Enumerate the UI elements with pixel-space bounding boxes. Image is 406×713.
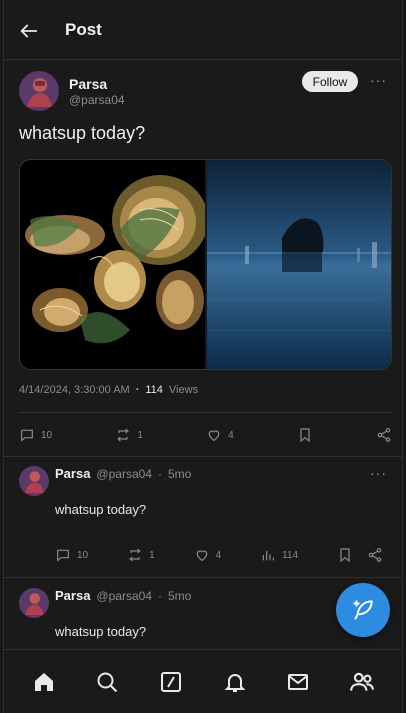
more-options-icon[interactable]: ···	[370, 466, 387, 480]
reply-author-handle[interactable]: @parsa04	[96, 589, 152, 603]
reply-age: 5mo	[167, 588, 192, 603]
post-timestamp: 4/14/2024, 3:30:00 AM	[19, 384, 130, 396]
views-count: 114	[282, 549, 299, 561]
bookmark-button[interactable]	[337, 547, 353, 563]
like-button[interactable]: 4	[194, 547, 222, 563]
reply-author-name[interactable]: Parsa	[55, 466, 90, 481]
repost-count: 1	[137, 429, 143, 441]
people-icon	[350, 672, 375, 691]
reply-text: whatsup today?	[55, 624, 147, 639]
heart-icon	[208, 430, 220, 442]
repost-icon	[117, 428, 130, 442]
reply-separator: ·	[157, 466, 162, 481]
reply-age: 5mo	[167, 466, 192, 481]
repost-button[interactable]: 1	[127, 547, 155, 563]
reply-count: 10	[77, 549, 89, 561]
nav-notifications[interactable]	[221, 668, 249, 696]
avatar[interactable]	[19, 71, 59, 111]
nav-communities[interactable]	[348, 668, 376, 696]
repost-icon	[128, 548, 142, 562]
nav-messages[interactable]	[284, 668, 312, 696]
bottom-nav	[4, 649, 402, 713]
compose-button[interactable]	[336, 583, 390, 637]
views-button[interactable]: 114	[260, 547, 298, 563]
bookmark-button[interactable]	[297, 427, 313, 443]
nav-search[interactable]	[93, 668, 121, 696]
views-label: Views	[168, 384, 199, 396]
page-title: Post	[65, 20, 102, 39]
reply-item[interactable]: Parsa @parsa04 · 5mo ··· whatsup today? …	[4, 456, 402, 577]
like-count: 4	[215, 549, 222, 561]
like-button[interactable]: 4	[206, 427, 234, 443]
share-button[interactable]	[376, 427, 392, 443]
reply-text: whatsup today?	[55, 502, 147, 517]
bar-chart-icon	[262, 551, 274, 561]
nav-home[interactable]	[30, 668, 58, 696]
reply-header: Parsa @parsa04 · 5mo	[55, 588, 191, 603]
mail-icon	[288, 673, 309, 690]
share-icon	[368, 548, 382, 562]
meta-separator: ·	[135, 384, 140, 396]
post-meta: 4/14/2024, 3:30:00 AM · 114 Views	[19, 384, 198, 396]
avatar[interactable]	[19, 466, 49, 496]
arrow-left-icon[interactable]	[18, 20, 40, 42]
repost-button[interactable]: 1	[115, 427, 143, 443]
post-media[interactable]	[19, 159, 392, 370]
like-count: 4	[228, 429, 234, 441]
feather-plus-icon	[353, 600, 373, 620]
post-actions: 10 1 4	[19, 424, 392, 446]
share-button[interactable]	[367, 547, 383, 563]
reply-actions: 10 1 4 114	[55, 547, 383, 563]
reply-header: Parsa @parsa04 · 5mo	[55, 466, 191, 481]
divider	[19, 412, 392, 413]
home-icon	[34, 672, 53, 691]
reply-author-name[interactable]: Parsa	[55, 588, 90, 603]
reply-button[interactable]: 10	[19, 427, 52, 443]
reply-author-handle[interactable]: @parsa04	[96, 467, 152, 481]
views-count: 114	[145, 384, 163, 396]
bell-icon	[224, 673, 246, 692]
nav-grok[interactable]	[157, 668, 185, 696]
bookmark-icon	[340, 548, 350, 563]
post-text: whatsup today?	[19, 123, 146, 143]
repost-count: 1	[149, 549, 155, 561]
bookmark-icon	[300, 428, 310, 443]
reply-separator: ·	[157, 588, 162, 603]
search-icon	[97, 672, 118, 692]
share-icon	[377, 428, 391, 442]
author-name[interactable]: Parsa	[69, 76, 107, 92]
grok-icon	[161, 671, 182, 692]
comment-icon	[57, 549, 69, 562]
header: Post	[4, 0, 402, 60]
reply-button[interactable]: 10	[55, 547, 88, 563]
reply-count: 10	[41, 429, 53, 441]
heart-icon	[196, 550, 207, 562]
follow-button[interactable]: Follow	[302, 71, 358, 92]
media-image-seascape[interactable]	[207, 160, 391, 369]
author-handle[interactable]: @parsa04	[69, 93, 125, 107]
media-image-abstract[interactable]	[20, 160, 208, 369]
more-options-icon[interactable]: ···	[370, 73, 387, 87]
avatar[interactable]	[19, 588, 49, 618]
app-frame: Post Parsa @parsa04 Follow ··· whatsup t…	[3, 0, 403, 713]
comment-icon	[21, 429, 33, 442]
